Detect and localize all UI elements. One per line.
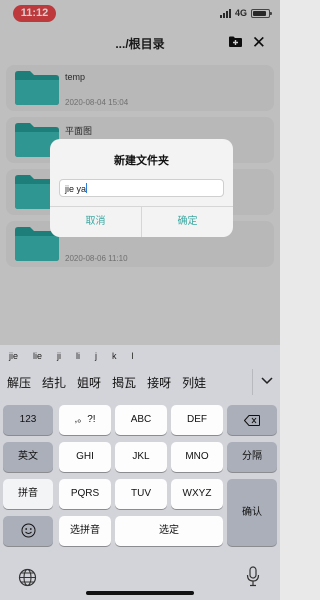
key-mno[interactable]: MNO [171, 442, 223, 472]
pinyin-option[interactable]: k [112, 351, 117, 361]
key-english[interactable]: 英文 [3, 442, 53, 472]
new-folder-dialog: 新建文件夹 jie ya 取消 确定 [50, 139, 233, 237]
keyboard-bottom-bar [0, 558, 280, 600]
home-indicator[interactable] [86, 591, 194, 595]
candidate-word[interactable]: 姐呀 [77, 374, 101, 391]
candidate-word[interactable]: 揭瓦 [112, 374, 136, 391]
key-wxyz[interactable]: WXYZ [171, 479, 223, 509]
key-choose[interactable]: 选定 [115, 516, 223, 546]
key-ghi[interactable]: GHI [59, 442, 111, 472]
candidate-word[interactable]: 结扎 [42, 374, 66, 391]
key-abc[interactable]: ABC [115, 405, 167, 435]
key-tuv[interactable]: TUV [115, 479, 167, 509]
key-123[interactable]: 123 [3, 405, 53, 435]
backspace-key[interactable] [227, 405, 277, 435]
confirm-button[interactable]: 确定 [142, 207, 233, 237]
emoji-key[interactable] [3, 516, 53, 546]
candidate-word[interactable]: 列娃 [182, 374, 206, 391]
text-caret [86, 183, 88, 193]
key-punctuation[interactable]: ,。?! [59, 405, 111, 435]
pinyin-option[interactable]: l [132, 351, 134, 361]
key-choose-pinyin[interactable]: 选拼音 [59, 516, 111, 546]
key-confirm[interactable]: 确认 [227, 479, 277, 546]
key-jkl[interactable]: JKL [115, 442, 167, 472]
pinyin-option[interactable]: jie [9, 351, 18, 361]
key-separator[interactable]: 分隔 [227, 442, 277, 472]
dialog-title: 新建文件夹 [114, 155, 169, 167]
backspace-icon [243, 415, 260, 426]
globe-icon[interactable] [18, 568, 37, 587]
emoji-icon [21, 523, 35, 538]
candidate-row: 解压 结扎 姐呀 揭瓦 接呀 列娃 [0, 369, 280, 395]
pinyin-option[interactable]: j [95, 351, 97, 361]
microphone-icon[interactable] [246, 566, 260, 587]
key-def[interactable]: DEF [171, 405, 223, 435]
expand-candidates-button[interactable] [252, 369, 280, 395]
candidate-word[interactable]: 解压 [7, 374, 31, 391]
keyboard: jie lie ji li j k l 解压 结扎 姐呀 揭瓦 接呀 列娃 12… [0, 345, 280, 600]
key-pinyin[interactable]: 拼音 [3, 479, 53, 509]
chevron-down-icon [260, 377, 273, 385]
pinyin-option[interactable]: lie [33, 351, 42, 361]
pinyin-option[interactable]: ji [57, 351, 61, 361]
folder-name-input[interactable]: jie ya [59, 179, 224, 197]
folder-name-value: jie ya [65, 184, 87, 194]
cancel-button[interactable]: 取消 [50, 207, 141, 237]
pinyin-option[interactable]: li [76, 351, 80, 361]
key-pqrs[interactable]: PQRS [59, 479, 111, 509]
pinyin-suggestion-row: jie lie ji li j k l [0, 345, 280, 367]
candidate-word[interactable]: 接呀 [147, 374, 171, 391]
